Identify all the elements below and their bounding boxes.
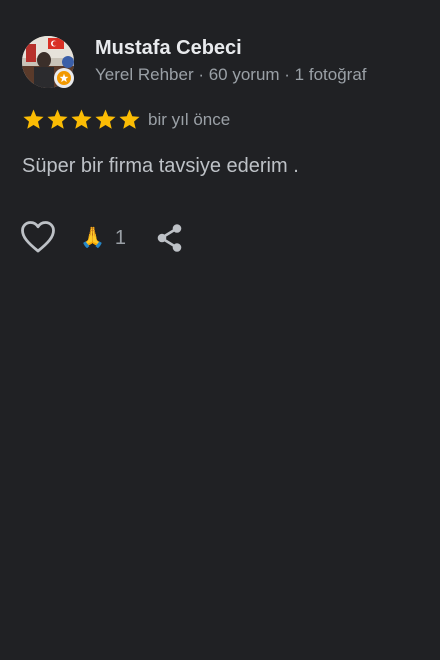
like-button[interactable] bbox=[20, 220, 56, 254]
star-rating bbox=[22, 108, 141, 131]
star-icon bbox=[47, 109, 68, 129]
author-name[interactable]: Mustafa Cebeci bbox=[95, 37, 242, 60]
folded-hands-icon: 🙏 bbox=[80, 227, 105, 249]
reaction-button[interactable]: 🙏 1 bbox=[80, 222, 126, 254]
review-card: Mustafa Cebeci Yerel Rehber · 60 yorum ·… bbox=[0, 0, 440, 660]
heart-outline-icon bbox=[21, 221, 55, 253]
star-icon bbox=[95, 109, 116, 129]
review-text: Süper bir firma tavsiye ederim . bbox=[22, 155, 299, 177]
share-button[interactable] bbox=[154, 222, 186, 254]
star-icon bbox=[119, 109, 140, 129]
review-date: bir yıl önce bbox=[148, 110, 231, 129]
local-guide-badge-icon bbox=[54, 68, 74, 88]
star-icon bbox=[23, 109, 44, 129]
share-icon bbox=[157, 224, 182, 252]
reaction-count: 1 bbox=[114, 226, 127, 249]
star-icon bbox=[71, 109, 92, 129]
author-meta: Yerel Rehber · 60 yorum · 1 fotoğraf bbox=[95, 65, 367, 84]
review-actions: 🙏 1 bbox=[20, 218, 220, 258]
